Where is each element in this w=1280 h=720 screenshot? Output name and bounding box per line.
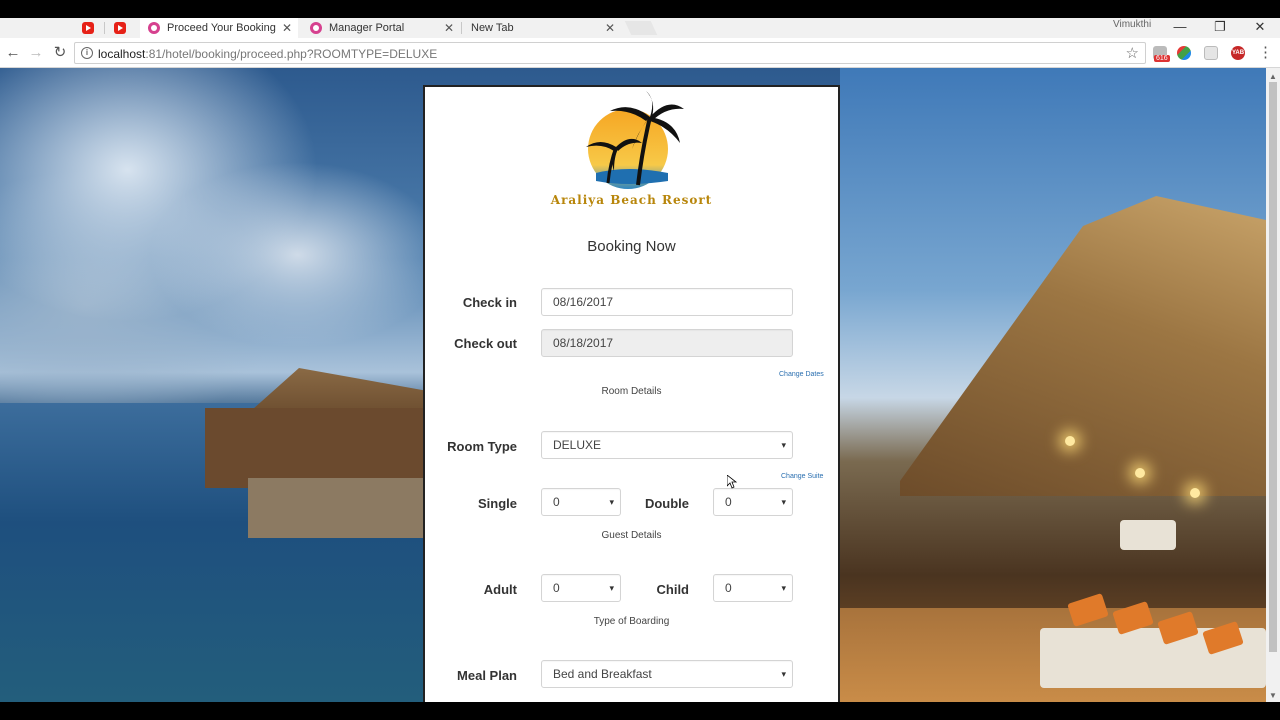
mouse-cursor-icon — [727, 475, 737, 489]
tab-label: Proceed Your Booking — [167, 22, 276, 34]
child-select[interactable]: 0 — [713, 574, 793, 602]
tab-manager-portal[interactable]: Manager Portal ✕ — [302, 18, 460, 38]
checkin-field[interactable]: 08/16/2017 — [541, 288, 793, 316]
tab-youtube-1[interactable] — [52, 18, 102, 38]
tab-label: Manager Portal — [329, 22, 405, 34]
scroll-thumb[interactable] — [1269, 82, 1277, 652]
minimize-button[interactable]: — — [1160, 18, 1200, 38]
scroll-up-icon[interactable]: ▲ — [1269, 72, 1277, 81]
restore-button[interactable]: ❐ — [1200, 18, 1240, 38]
lamp-light — [1190, 488, 1200, 498]
page-title: Booking Now — [587, 238, 676, 255]
new-tab-button[interactable] — [624, 21, 658, 35]
water-villa — [205, 408, 425, 488]
booking-card: Araliya Beach Resort Booking Now Check i… — [423, 85, 840, 705]
youtube-icon — [82, 22, 94, 34]
resort-logo-icon — [586, 91, 684, 189]
tab-new-tab[interactable]: New Tab ✕ — [463, 18, 621, 38]
adult-select[interactable]: 0 — [541, 574, 621, 602]
chair — [1120, 520, 1176, 550]
mail-extension-icon[interactable]: 616 — [1153, 46, 1170, 62]
yab-extension-icon[interactable]: YAB — [1231, 46, 1245, 60]
screen-bottom-edge — [0, 702, 1280, 720]
url-text[interactable]: localhost:81/hotel/booking/proceed.php?R… — [98, 47, 437, 61]
lamp-light — [1135, 468, 1145, 478]
guest-details-heading: Guest Details — [601, 530, 662, 541]
tab-separator — [461, 22, 462, 34]
change-dates-link[interactable]: Change Dates — [779, 371, 824, 378]
portal-icon — [310, 22, 322, 34]
close-icon[interactable]: ✕ — [282, 21, 292, 35]
child-label: Child — [656, 582, 690, 597]
tab-strip: Proceed Your Booking ✕ Manager Portal ✕ … — [0, 18, 1280, 38]
room-type-select[interactable]: DELUXE — [541, 431, 793, 459]
adult-label: Adult — [483, 582, 517, 597]
youtube-icon — [114, 22, 126, 34]
change-suite-link[interactable]: Change Suite — [781, 473, 823, 480]
single-label: Single — [477, 496, 517, 511]
back-button[interactable]: ← — [4, 44, 22, 62]
pinwheel-extension-icon[interactable] — [1177, 46, 1191, 60]
double-select[interactable]: 0 — [713, 488, 793, 516]
checkin-label: Check in — [462, 295, 517, 310]
tab-proceed-booking[interactable]: Proceed Your Booking ✕ — [140, 18, 298, 38]
type-of-boarding-heading: Type of Boarding — [593, 616, 670, 627]
address-bar[interactable]: i localhost:81/hotel/booking/proceed.php… — [74, 42, 1146, 64]
portal-icon — [148, 22, 160, 34]
reload-button[interactable]: ↻ — [51, 44, 69, 62]
screen-top-edge — [0, 0, 1280, 18]
meal-plan-select[interactable]: Bed and Breakfast — [541, 660, 793, 688]
page-scrollbar[interactable]: ▲ ▼ — [1266, 68, 1280, 702]
tab-separator — [104, 22, 105, 34]
box-extension-icon[interactable] — [1204, 46, 1218, 60]
menu-icon[interactable]: ⋮ — [1258, 44, 1273, 62]
room-type-label: Room Type — [447, 439, 517, 454]
meal-plan-label: Meal Plan — [457, 668, 517, 683]
profile-name[interactable]: Vimukthi — [1113, 19, 1151, 30]
scroll-down-icon[interactable]: ▼ — [1269, 691, 1277, 700]
forward-button[interactable]: → — [27, 44, 45, 62]
single-select[interactable]: 0 — [541, 488, 621, 516]
lamp-light — [1065, 436, 1075, 446]
room-details-heading: Room Details — [601, 386, 662, 397]
bookmark-star-icon[interactable]: ☆ — [1126, 44, 1139, 62]
tab-label: New Tab — [471, 22, 514, 34]
close-icon[interactable]: ✕ — [605, 21, 615, 35]
checkout-label: Check out — [454, 336, 517, 351]
tab-youtube-2[interactable] — [106, 18, 140, 38]
sky-clouds — [0, 68, 425, 408]
close-icon[interactable]: ✕ — [444, 21, 454, 35]
info-icon[interactable]: i — [81, 47, 93, 59]
close-window-button[interactable]: ✕ — [1240, 18, 1280, 38]
browser-toolbar: ← → ↻ i localhost:81/hotel/booking/proce… — [0, 38, 1280, 68]
double-label: Double — [644, 496, 689, 511]
resort-brand-name: Araliya Beach Resort — [550, 193, 713, 207]
checkout-field[interactable]: 08/18/2017 — [541, 329, 793, 357]
villa-deck — [248, 478, 425, 538]
